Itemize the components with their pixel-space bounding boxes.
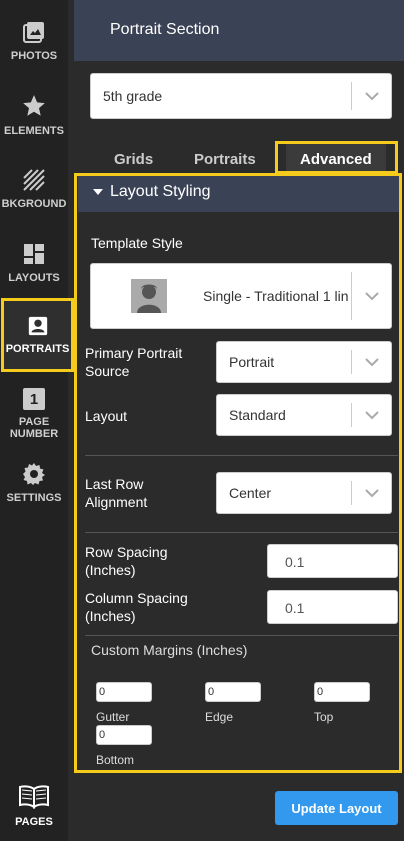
sidebar-item-pages[interactable]: PAGES — [0, 776, 68, 836]
row-spacing-value: 0.1 — [285, 554, 305, 570]
divider — [85, 635, 398, 636]
divider — [85, 455, 398, 456]
grade-select[interactable]: 5th grade — [90, 73, 392, 119]
select-divider — [351, 82, 352, 110]
template-style-select[interactable]: Single - Traditional 1 lin — [90, 263, 392, 329]
label-line-1: Row Spacing — [85, 544, 168, 560]
gear-icon — [23, 463, 45, 485]
edge-value: 0 — [208, 686, 215, 698]
gutter-label: Gutter — [96, 710, 130, 724]
section-header-layout-styling[interactable]: Layout Styling — [78, 176, 399, 212]
person-silhouette-icon — [137, 284, 161, 313]
row-spacing-input[interactable]: 0.1 — [267, 544, 398, 578]
sidebar-item-label: BKGROUND — [1, 198, 67, 210]
gutter-value: 0 — [99, 686, 106, 698]
star-icon — [23, 95, 45, 116]
sidebar-item-label: ELEMENTS — [4, 125, 64, 137]
sidebar-item-label: SETTINGS — [6, 492, 62, 504]
sidebar: PHOTOS ELEMENTS BKGROUND LAYOUTS PORTRAI… — [0, 0, 74, 841]
tab-grids[interactable]: Grids — [114, 151, 153, 168]
open-book-icon — [19, 785, 49, 809]
primary-source-select[interactable]: Portrait — [216, 341, 392, 383]
sidebar-item-label: LAYOUTS — [8, 272, 60, 284]
layout-value: Standard — [229, 407, 286, 423]
sidebar-item-label: PAGES — [15, 816, 53, 828]
chevron-down-icon — [365, 358, 379, 367]
row-spacing-label: Row Spacing (Inches) — [85, 543, 168, 579]
sidebar-item-label: PHOTOS — [10, 50, 58, 62]
layout-label: Layout — [85, 408, 128, 424]
chevron-down-icon — [365, 92, 379, 101]
custom-margins-title: Custom Margins (Inches) — [91, 642, 248, 658]
label-line-2: Alignment — [85, 494, 148, 510]
primary-source-value: Portrait — [229, 354, 275, 370]
bottom-input[interactable]: 0 — [96, 725, 152, 745]
label-line-1: Last Row — [85, 476, 144, 492]
sidebar-item-page-number[interactable]: 1 PAGE NUMBER — [0, 376, 68, 452]
select-divider — [351, 350, 352, 374]
top-label: Top — [314, 710, 334, 724]
top-value: 0 — [317, 686, 324, 698]
sidebar-item-background[interactable]: BKGROUND — [0, 152, 68, 226]
page-number-icon: 1 — [23, 388, 45, 410]
template-style-value: Single - Traditional 1 lin — [203, 288, 349, 304]
column-spacing-input[interactable]: 0.1 — [267, 590, 398, 624]
select-divider — [351, 481, 352, 505]
divider — [85, 532, 398, 533]
app-root: PHOTOS ELEMENTS BKGROUND LAYOUTS PORTRAI… — [0, 0, 404, 841]
sidebar-item-label: PAGE NUMBER — [10, 416, 58, 440]
sidebar-item-portraits[interactable]: PORTRAITS — [1, 298, 74, 372]
caret-down-icon — [93, 189, 103, 195]
label-line-2: NUMBER — [9, 428, 59, 440]
sidebar-item-photos[interactable]: PHOTOS — [0, 4, 68, 78]
template-style-label: Template Style — [91, 235, 183, 251]
select-divider — [351, 272, 352, 320]
tab-highlight — [275, 141, 398, 174]
gutter-input[interactable]: 0 — [96, 682, 152, 702]
label-line-1: Primary Portrait — [85, 345, 183, 361]
photos-icon — [23, 22, 44, 43]
sidebar-item-settings[interactable]: SETTINGS — [0, 450, 68, 516]
layouts-icon — [24, 244, 44, 264]
top-input[interactable]: 0 — [314, 682, 370, 702]
panel-header: Portrait Section — [74, 0, 404, 61]
sidebar-item-layouts[interactable]: LAYOUTS — [0, 226, 68, 300]
sidebar-item-label: PORTRAITS — [5, 343, 70, 355]
panel-title: Portrait Section — [110, 21, 220, 38]
tab-portraits[interactable]: Portraits — [194, 151, 256, 168]
edge-input[interactable]: 0 — [205, 682, 261, 702]
chevron-down-icon — [365, 411, 379, 420]
last-row-select[interactable]: Center — [216, 472, 392, 514]
label-line-1: Column Spacing — [85, 590, 188, 606]
bottom-label: Bottom — [96, 753, 135, 767]
select-divider — [351, 403, 352, 427]
layout-select[interactable]: Standard — [216, 394, 392, 436]
last-row-label: Last Row Alignment — [85, 475, 147, 511]
last-row-value: Center — [229, 485, 272, 501]
primary-source-label: Primary Portrait Source — [85, 344, 182, 380]
background-pattern-icon — [23, 169, 45, 191]
column-spacing-value: 0.1 — [285, 600, 305, 616]
update-layout-button[interactable]: Update Layout — [275, 791, 398, 825]
sidebar-item-elements[interactable]: ELEMENTS — [0, 78, 68, 152]
edge-label: Edge — [205, 710, 234, 724]
chevron-down-icon — [365, 292, 379, 301]
portrait-icon — [28, 316, 47, 336]
label-line-1: PAGE — [18, 416, 50, 428]
grade-select-value: 5th grade — [103, 88, 163, 104]
column-spacing-label: Column Spacing (Inches) — [85, 589, 188, 625]
label-line-2: (Inches) — [85, 608, 136, 624]
bottom-value: 0 — [99, 729, 106, 741]
portrait-thumbnail — [131, 279, 167, 313]
chevron-down-icon — [365, 489, 379, 498]
section-title: Layout Styling — [110, 183, 211, 200]
page-number-badge: 1 — [29, 390, 39, 408]
label-line-2: (Inches) — [85, 562, 136, 578]
label-line-2: Source — [85, 363, 130, 379]
